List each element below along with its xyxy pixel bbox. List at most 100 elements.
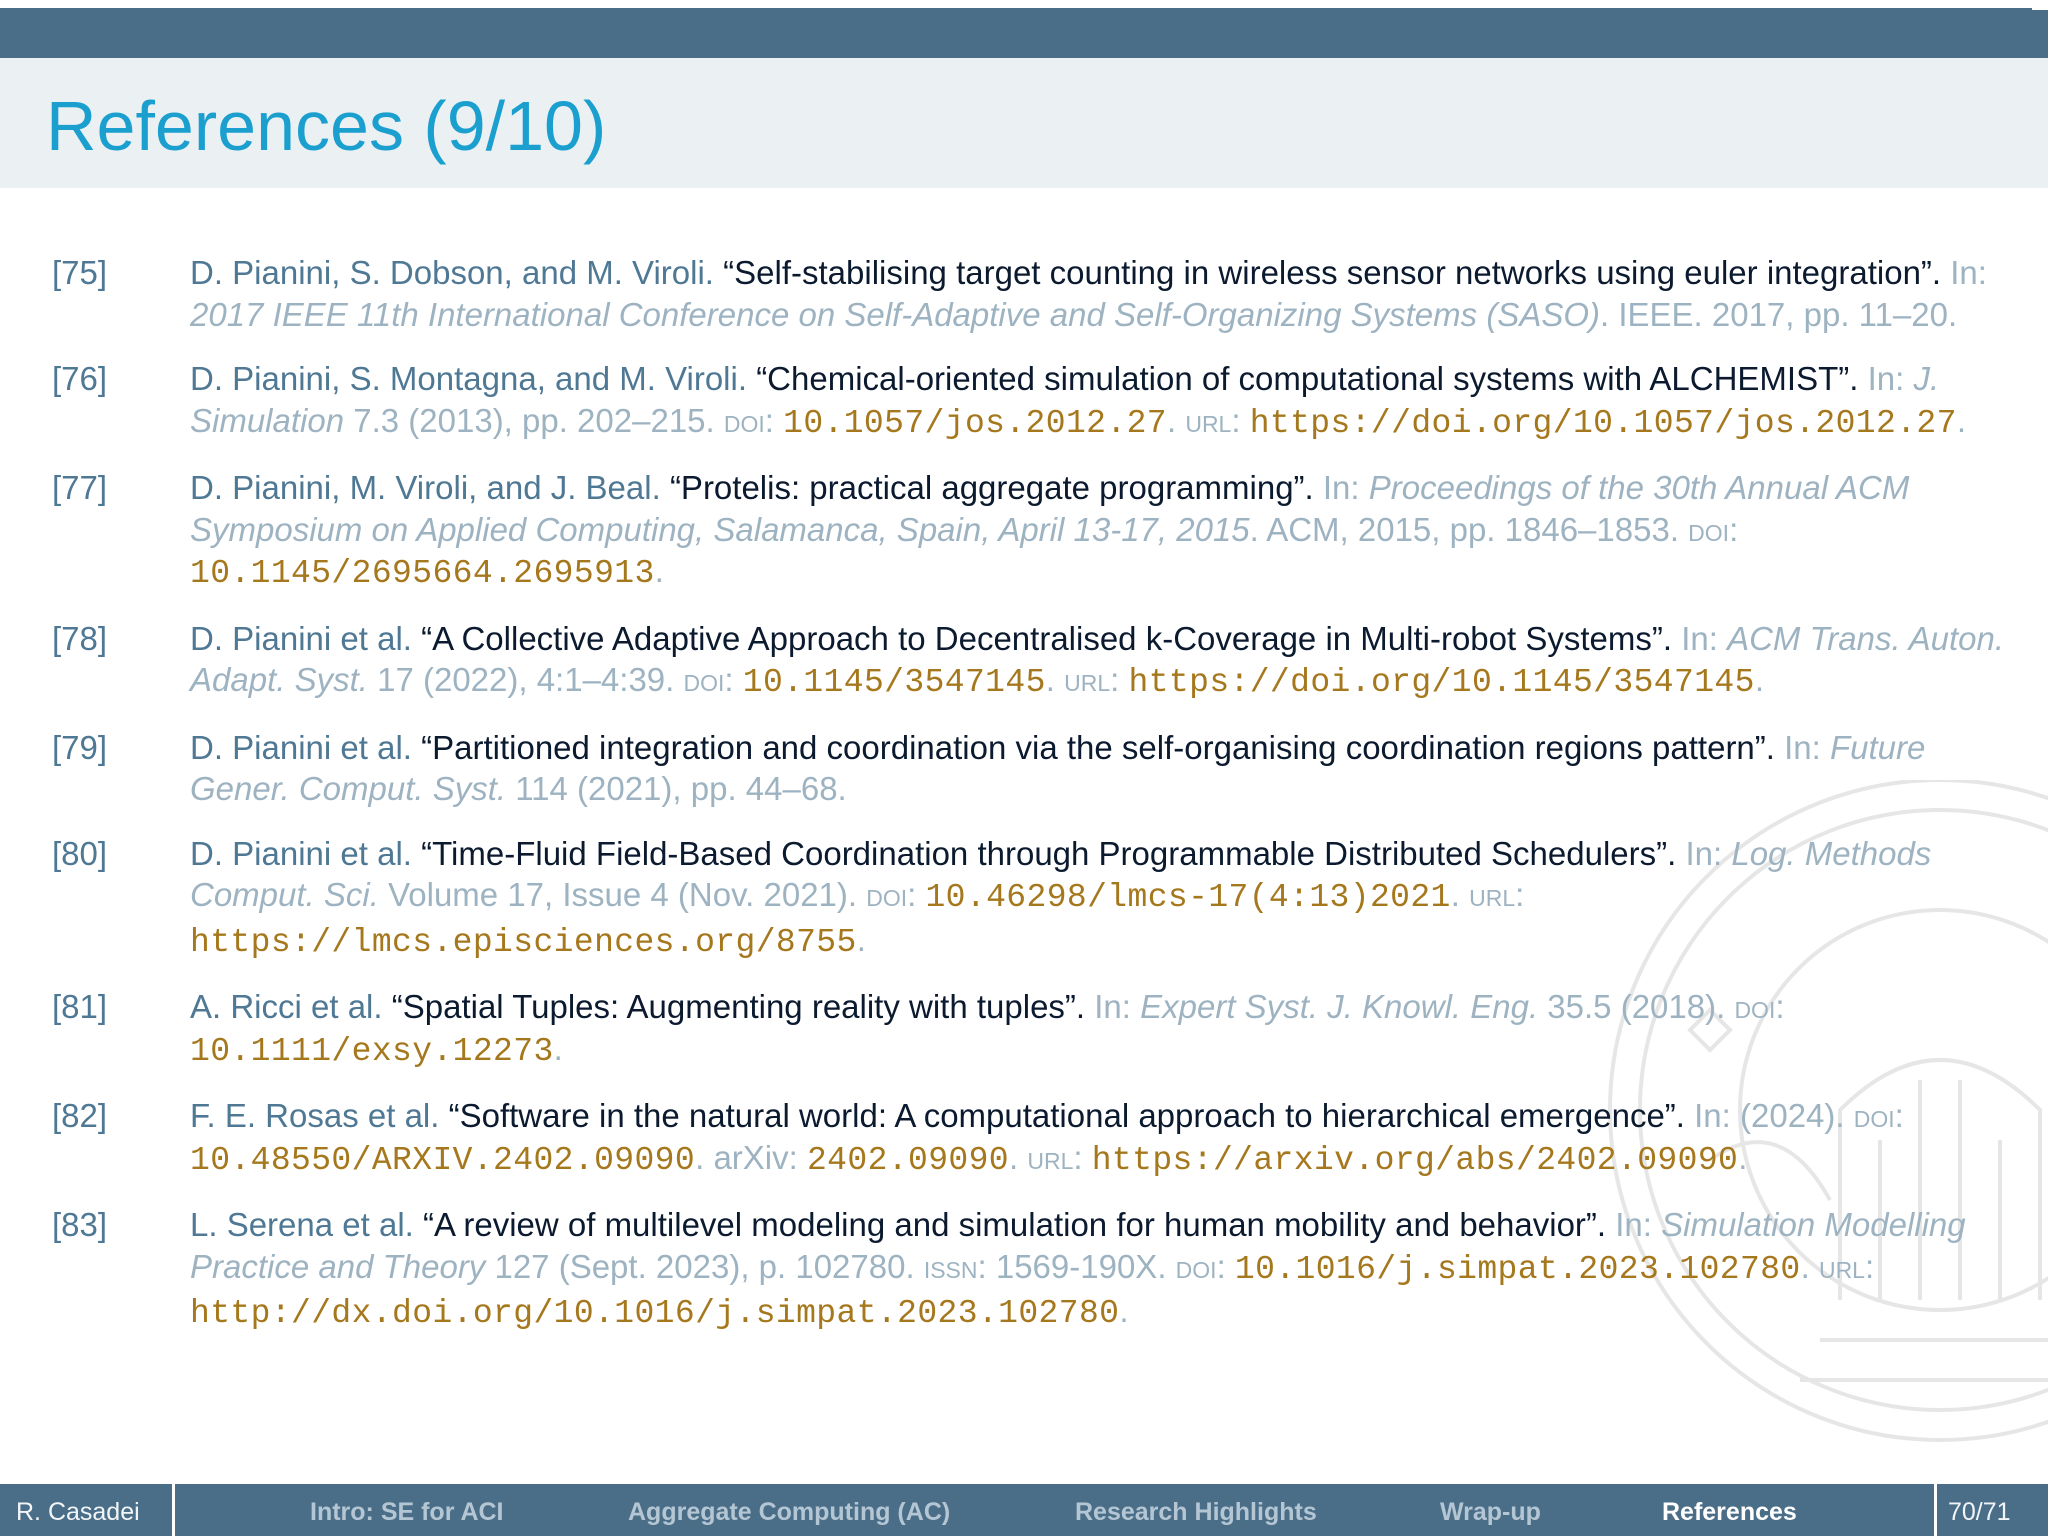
- footer-section-intro[interactable]: Intro: SE for ACI: [310, 1484, 504, 1536]
- reference-authors: A. Ricci et al.: [190, 988, 383, 1025]
- top-bar: [0, 8, 2048, 58]
- reference-body: D. Pianini, M. Viroli, and J. Beal. “Pro…: [190, 469, 1910, 592]
- footer-section-references[interactable]: References: [1662, 1484, 1797, 1536]
- url-link[interactable]: https://arxiv.org/abs/2402.09090: [1092, 1142, 1739, 1179]
- reference-details: Volume 17, Issue 4 (Nov. 2021).: [378, 876, 867, 913]
- reference-number: [80]: [52, 834, 108, 872]
- reference-title: “Protelis: practical aggregate programmi…: [669, 469, 1314, 506]
- url-label: url: [1185, 401, 1232, 439]
- reference-venue: 2017 IEEE 11th International Conference …: [190, 295, 1600, 333]
- reference-venue: Expert Syst. J. Knowl. Eng.: [1140, 988, 1539, 1025]
- in-label: In:: [1681, 619, 1718, 657]
- reference-entry: [81] A. Ricci et al. “Spatial Tuples: Au…: [0, 986, 2048, 1072]
- reference-body: D. Pianini et al. “A Collective Adaptive…: [190, 619, 2005, 702]
- reference-authors: D. Pianini et al.: [190, 728, 412, 766]
- reference-body: D. Pianini et al. “Time-Fluid Field-Base…: [190, 834, 1932, 961]
- doi-link[interactable]: 10.48550/ARXIV.2402.09090: [190, 1142, 695, 1179]
- top-bar-notch: [2032, 0, 2048, 10]
- reference-title: “Chemical-oriented simulation of computa…: [756, 360, 1859, 397]
- reference-details: 114 (2021), pp. 44–68.: [506, 770, 847, 807]
- doi-link[interactable]: 10.46298/lmcs-17(4:13)2021: [925, 879, 1450, 916]
- footer-nav-bar: R. Casadei Intro: SE for ACI Aggregate C…: [0, 1484, 2048, 1536]
- doi-label: doi: [866, 876, 908, 913]
- reference-body: D. Pianini, S. Dobson, and M. Viroli. “S…: [190, 252, 2010, 335]
- reference-body: L. Serena et al. “A review of multilevel…: [190, 1206, 1966, 1332]
- url-link[interactable]: https://doi.org/10.1057/jos.2012.27: [1250, 405, 1957, 442]
- reference-entry: [77] D. Pianini, M. Viroli, and J. Beal.…: [0, 467, 2048, 595]
- doi-label: doi: [1853, 1097, 1895, 1134]
- reference-details: 7.3 (2013), pp. 202–215.: [344, 401, 724, 439]
- reference-title: “Time-Fluid Field-Based Coordination thr…: [421, 834, 1677, 872]
- reference-details: . ACM, 2015, pp. 1846–1853.: [1249, 510, 1689, 548]
- reference-title: “Spatial Tuples: Augmenting reality with…: [391, 988, 1086, 1025]
- url-link[interactable]: http://dx.doi.org/10.1016/j.simpat.2023.…: [190, 1295, 1119, 1332]
- reference-authors: F. E. Rosas et al.: [190, 1097, 440, 1134]
- doi-label: doi: [1688, 510, 1730, 548]
- reference-details: 127 (Sept. 2023), p. 102780.: [485, 1247, 924, 1285]
- issn-value: 1569-190X: [995, 1247, 1158, 1285]
- url-link[interactable]: https://doi.org/10.1145/3547145: [1129, 664, 1755, 701]
- reference-number: [83]: [52, 1206, 108, 1243]
- reference-body: D. Pianini, S. Montagna, and M. Viroli. …: [190, 360, 1966, 442]
- url-label: url: [1064, 661, 1111, 698]
- reference-entry: [79] D. Pianini et al. “Partitioned inte…: [0, 727, 2048, 810]
- arxiv-label: arXiv: [713, 1138, 789, 1176]
- footer-author: R. Casadei: [16, 1498, 140, 1526]
- footer-section-wrap-up[interactable]: Wrap-up: [1440, 1484, 1541, 1536]
- reference-title: “A review of multilevel modeling and sim…: [423, 1206, 1607, 1243]
- url-label: url: [1469, 876, 1516, 913]
- reference-body: F. E. Rosas et al. “Software in the natu…: [190, 1097, 1904, 1179]
- reference-title: “Self-stabilising target counting in wir…: [723, 254, 1942, 291]
- footer-section-aggregate-computing[interactable]: Aggregate Computing (AC): [628, 1484, 950, 1536]
- reference-number: [82]: [52, 1097, 108, 1134]
- footer-divider: [172, 1484, 175, 1536]
- reference-number: [77]: [52, 469, 108, 506]
- reference-entry: [78] D. Pianini et al. “A Collective Ada…: [0, 618, 2048, 704]
- reference-number: [75]: [52, 254, 108, 291]
- reference-list: [75] D. Pianini, S. Dobson, and M. Virol…: [0, 252, 2048, 1358]
- doi-link[interactable]: 10.1057/jos.2012.27: [783, 405, 1167, 442]
- doi-label: doi: [723, 401, 765, 439]
- doi-label: doi: [1734, 988, 1776, 1025]
- reference-authors: D. Pianini, S. Montagna, and M. Viroli.: [190, 360, 748, 397]
- in-label: In:: [1322, 469, 1360, 506]
- doi-label: doi: [1175, 1247, 1217, 1285]
- url-label: url: [1818, 1247, 1865, 1285]
- reference-title: “Partitioned integration and coordinatio…: [421, 728, 1775, 766]
- in-label: In:: [1950, 254, 1987, 291]
- reference-entry: [75] D. Pianini, S. Dobson, and M. Virol…: [0, 252, 2048, 335]
- doi-link[interactable]: 10.1111/exsy.12273: [190, 1033, 554, 1070]
- reference-details: . IEEE. 2017, pp. 11–20.: [1600, 295, 1958, 333]
- reference-details: 35.5 (2018).: [1538, 988, 1735, 1025]
- reference-entry: [82] F. E. Rosas et al. “Software in the…: [0, 1095, 2048, 1181]
- issn-label: issn: [923, 1247, 978, 1285]
- doi-link[interactable]: 10.1145/3547145: [743, 664, 1046, 701]
- url-label: url: [1027, 1138, 1074, 1176]
- footer-section-research-highlights[interactable]: Research Highlights: [1075, 1484, 1317, 1536]
- slide-title: References (9/10): [46, 87, 607, 165]
- reference-authors: D. Pianini et al.: [190, 619, 412, 657]
- in-label: In:: [1694, 1097, 1731, 1134]
- in-label: In:: [1615, 1206, 1652, 1243]
- reference-number: [79]: [52, 728, 108, 766]
- reference-body: A. Ricci et al. “Spatial Tuples: Augment…: [190, 988, 1785, 1070]
- footer-divider: [1934, 1484, 1937, 1536]
- in-label: In:: [1685, 834, 1723, 872]
- reference-entry: [83] L. Serena et al. “A review of multi…: [0, 1204, 2048, 1335]
- reference-entry: [76] D. Pianini, S. Montagna, and M. Vir…: [0, 358, 2048, 444]
- reference-title: “A Collective Adaptive Approach to Decen…: [421, 619, 1673, 657]
- reference-authors: D. Pianini, M. Viroli, and J. Beal.: [190, 469, 661, 506]
- reference-body: D. Pianini et al. “Partitioned integrati…: [190, 727, 2010, 810]
- doi-link[interactable]: 10.1145/2695664.2695913: [190, 555, 655, 592]
- reference-entry: [80] D. Pianini et al. “Time-Fluid Field…: [0, 833, 2048, 964]
- reference-authors: D. Pianini et al.: [190, 834, 412, 872]
- reference-authors: D. Pianini, S. Dobson, and M. Viroli.: [190, 254, 714, 291]
- reference-title: “Software in the natural world: A comput…: [448, 1097, 1685, 1134]
- url-link[interactable]: https://lmcs.episciences.org/8755: [190, 924, 857, 961]
- reference-authors: L. Serena et al.: [190, 1206, 414, 1243]
- in-label: In:: [1784, 728, 1821, 766]
- doi-link[interactable]: 10.1016/j.simpat.2023.102780: [1235, 1251, 1801, 1288]
- arxiv-id[interactable]: 2402.09090: [807, 1142, 1009, 1179]
- doi-label: doi: [683, 661, 725, 698]
- reference-details: 17 (2022), 4:1–4:39.: [367, 661, 684, 698]
